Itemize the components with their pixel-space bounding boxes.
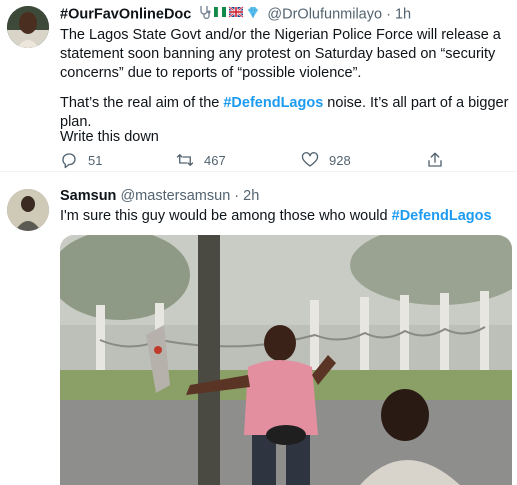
like-count: 928 [329,152,351,168]
handle[interactable]: @mastersamsun [120,188,230,204]
text-segment: I'm sure this guy would be among those w… [60,208,392,224]
tweet-media-photo[interactable] [60,235,512,485]
stethoscope-icon [200,6,211,20]
share-icon [428,152,442,167]
like-icon [301,152,319,167]
name-badges [199,5,259,24]
tweet-actions: 51 467 928 [60,151,460,171]
separator: · [234,188,240,204]
reply-count: 51 [88,152,103,168]
nigeria-flag-icon [214,6,227,18]
tweet-text-paragraph-2: That’s the real aim of the #DefendLagos … [60,94,510,132]
avatar[interactable] [7,189,49,231]
reply-button[interactable]: 51 [60,151,102,169]
tweet-text-paragraph-3: Write this down [60,129,159,145]
text-segment: That’s the real aim of the [60,95,224,111]
tweet-text-paragraph-1: The Lagos State Govt and/or the Nigerian… [60,27,501,81]
tweet-header: #OurFavOnlineDoc @DrOlufunmilayo · 1h [60,5,411,24]
tweet-2[interactable]: Samsun @mastersamsun · 2h I'm sure this … [0,173,517,485]
handle[interactable]: @DrOlufunmilayo [267,6,382,22]
diamond-icon [248,6,259,19]
share-button[interactable] [426,151,454,169]
avatar[interactable] [7,6,49,48]
tweet-1[interactable]: #OurFavOnlineDoc @DrOlufunmilayo · 1h Th… [0,0,517,172]
tweet-header: Samsun @mastersamsun · 2h [60,187,259,205]
hashtag-link[interactable]: #DefendLagos [392,208,492,224]
timestamp[interactable]: 2h [243,188,259,204]
uk-flag-icon [228,6,245,18]
display-name[interactable]: #OurFavOnlineDoc [60,6,191,22]
reply-icon [62,153,76,169]
display-name[interactable]: Samsun [60,188,116,204]
retweet-button[interactable]: 467 [176,151,226,169]
timestamp[interactable]: 1h [395,6,411,22]
hashtag-link[interactable]: #DefendLagos [223,95,323,111]
retweet-icon [176,154,194,166]
separator: · [386,6,391,23]
tweet-text: I'm sure this guy would be among those w… [60,207,510,226]
like-button[interactable]: 928 [301,151,351,169]
retweet-count: 467 [204,152,226,168]
